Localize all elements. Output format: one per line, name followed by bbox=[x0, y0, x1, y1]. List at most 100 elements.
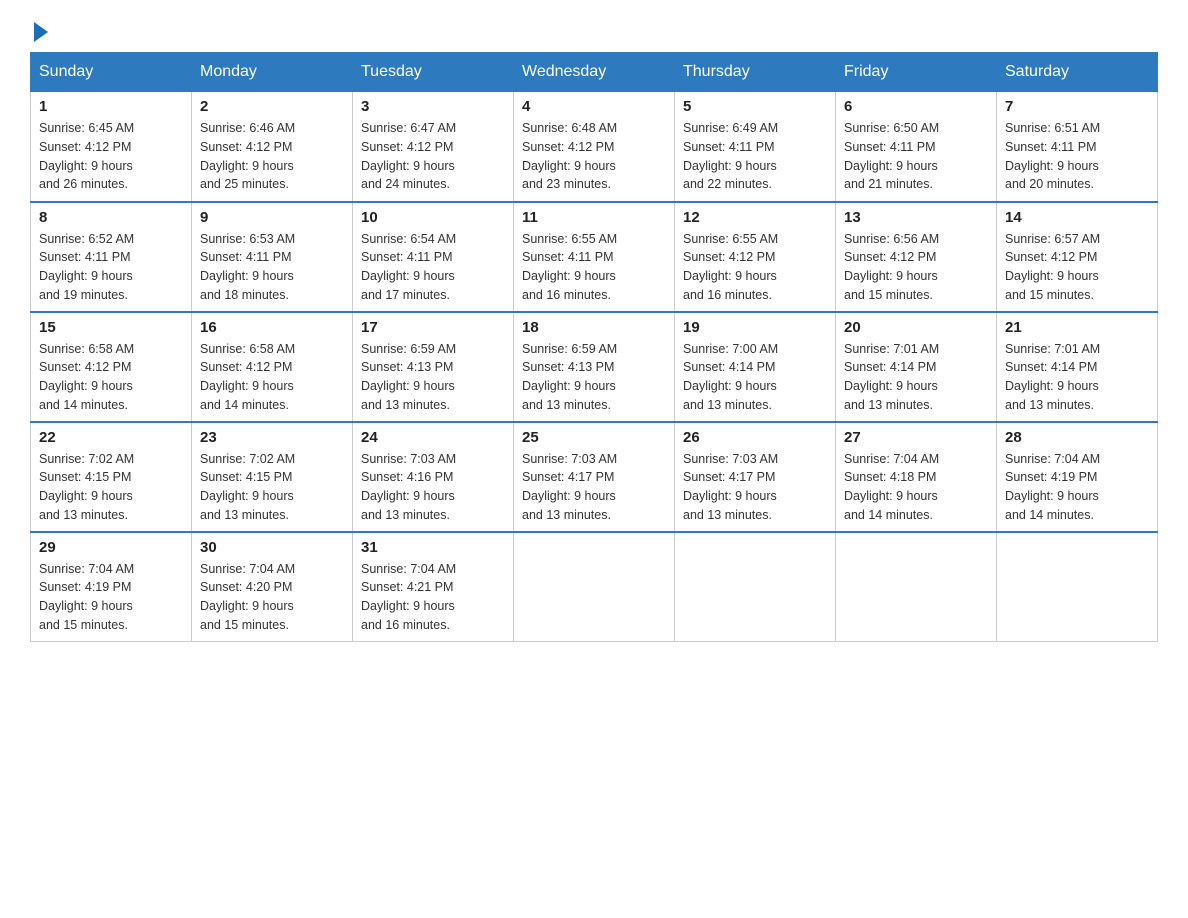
day-info: Sunrise: 6:55 AMSunset: 4:11 PMDaylight:… bbox=[522, 230, 666, 305]
day-number: 7 bbox=[1005, 98, 1149, 115]
calendar-cell: 10 Sunrise: 6:54 AMSunset: 4:11 PMDaylig… bbox=[353, 202, 514, 312]
day-info: Sunrise: 7:03 AMSunset: 4:17 PMDaylight:… bbox=[522, 450, 666, 525]
day-number: 29 bbox=[39, 539, 183, 556]
day-number: 6 bbox=[844, 98, 988, 115]
day-info: Sunrise: 6:54 AMSunset: 4:11 PMDaylight:… bbox=[361, 230, 505, 305]
day-info: Sunrise: 7:01 AMSunset: 4:14 PMDaylight:… bbox=[844, 340, 988, 415]
weekday-header-friday: Friday bbox=[836, 53, 997, 92]
calendar-cell: 22 Sunrise: 7:02 AMSunset: 4:15 PMDaylig… bbox=[31, 422, 192, 532]
day-info: Sunrise: 7:01 AMSunset: 4:14 PMDaylight:… bbox=[1005, 340, 1149, 415]
calendar-cell: 11 Sunrise: 6:55 AMSunset: 4:11 PMDaylig… bbox=[514, 202, 675, 312]
day-number: 9 bbox=[200, 209, 344, 226]
day-info: Sunrise: 6:49 AMSunset: 4:11 PMDaylight:… bbox=[683, 119, 827, 194]
day-number: 26 bbox=[683, 429, 827, 446]
day-number: 22 bbox=[39, 429, 183, 446]
calendar-cell bbox=[836, 532, 997, 642]
day-number: 31 bbox=[361, 539, 505, 556]
calendar-cell: 20 Sunrise: 7:01 AMSunset: 4:14 PMDaylig… bbox=[836, 312, 997, 422]
week-row-2: 8 Sunrise: 6:52 AMSunset: 4:11 PMDayligh… bbox=[31, 202, 1158, 312]
day-info: Sunrise: 7:04 AMSunset: 4:20 PMDaylight:… bbox=[200, 560, 344, 635]
calendar-cell: 8 Sunrise: 6:52 AMSunset: 4:11 PMDayligh… bbox=[31, 202, 192, 312]
day-info: Sunrise: 7:00 AMSunset: 4:14 PMDaylight:… bbox=[683, 340, 827, 415]
logo bbox=[30, 20, 48, 42]
day-info: Sunrise: 6:50 AMSunset: 4:11 PMDaylight:… bbox=[844, 119, 988, 194]
calendar-cell bbox=[675, 532, 836, 642]
week-row-4: 22 Sunrise: 7:02 AMSunset: 4:15 PMDaylig… bbox=[31, 422, 1158, 532]
day-info: Sunrise: 7:04 AMSunset: 4:19 PMDaylight:… bbox=[1005, 450, 1149, 525]
calendar-cell: 24 Sunrise: 7:03 AMSunset: 4:16 PMDaylig… bbox=[353, 422, 514, 532]
day-info: Sunrise: 6:47 AMSunset: 4:12 PMDaylight:… bbox=[361, 119, 505, 194]
day-info: Sunrise: 6:51 AMSunset: 4:11 PMDaylight:… bbox=[1005, 119, 1149, 194]
day-info: Sunrise: 6:45 AMSunset: 4:12 PMDaylight:… bbox=[39, 119, 183, 194]
calendar-cell: 26 Sunrise: 7:03 AMSunset: 4:17 PMDaylig… bbox=[675, 422, 836, 532]
calendar-cell: 29 Sunrise: 7:04 AMSunset: 4:19 PMDaylig… bbox=[31, 532, 192, 642]
day-number: 5 bbox=[683, 98, 827, 115]
calendar-cell: 5 Sunrise: 6:49 AMSunset: 4:11 PMDayligh… bbox=[675, 92, 836, 202]
calendar-cell: 30 Sunrise: 7:04 AMSunset: 4:20 PMDaylig… bbox=[192, 532, 353, 642]
calendar-cell: 23 Sunrise: 7:02 AMSunset: 4:15 PMDaylig… bbox=[192, 422, 353, 532]
calendar-cell: 17 Sunrise: 6:59 AMSunset: 4:13 PMDaylig… bbox=[353, 312, 514, 422]
day-info: Sunrise: 7:03 AMSunset: 4:16 PMDaylight:… bbox=[361, 450, 505, 525]
day-number: 30 bbox=[200, 539, 344, 556]
day-info: Sunrise: 6:59 AMSunset: 4:13 PMDaylight:… bbox=[361, 340, 505, 415]
day-info: Sunrise: 7:02 AMSunset: 4:15 PMDaylight:… bbox=[39, 450, 183, 525]
logo-blue-text bbox=[30, 20, 48, 42]
day-number: 10 bbox=[361, 209, 505, 226]
day-number: 15 bbox=[39, 319, 183, 336]
calendar-cell: 27 Sunrise: 7:04 AMSunset: 4:18 PMDaylig… bbox=[836, 422, 997, 532]
weekday-header-thursday: Thursday bbox=[675, 53, 836, 92]
day-info: Sunrise: 7:02 AMSunset: 4:15 PMDaylight:… bbox=[200, 450, 344, 525]
day-info: Sunrise: 6:48 AMSunset: 4:12 PMDaylight:… bbox=[522, 119, 666, 194]
day-number: 4 bbox=[522, 98, 666, 115]
day-info: Sunrise: 6:57 AMSunset: 4:12 PMDaylight:… bbox=[1005, 230, 1149, 305]
calendar-cell: 15 Sunrise: 6:58 AMSunset: 4:12 PMDaylig… bbox=[31, 312, 192, 422]
calendar-cell: 13 Sunrise: 6:56 AMSunset: 4:12 PMDaylig… bbox=[836, 202, 997, 312]
weekday-header-saturday: Saturday bbox=[997, 53, 1158, 92]
day-info: Sunrise: 6:59 AMSunset: 4:13 PMDaylight:… bbox=[522, 340, 666, 415]
calendar-cell: 7 Sunrise: 6:51 AMSunset: 4:11 PMDayligh… bbox=[997, 92, 1158, 202]
calendar-cell: 14 Sunrise: 6:57 AMSunset: 4:12 PMDaylig… bbox=[997, 202, 1158, 312]
day-info: Sunrise: 7:04 AMSunset: 4:21 PMDaylight:… bbox=[361, 560, 505, 635]
calendar-cell: 2 Sunrise: 6:46 AMSunset: 4:12 PMDayligh… bbox=[192, 92, 353, 202]
day-info: Sunrise: 6:58 AMSunset: 4:12 PMDaylight:… bbox=[200, 340, 344, 415]
day-info: Sunrise: 7:03 AMSunset: 4:17 PMDaylight:… bbox=[683, 450, 827, 525]
day-number: 18 bbox=[522, 319, 666, 336]
calendar-cell: 4 Sunrise: 6:48 AMSunset: 4:12 PMDayligh… bbox=[514, 92, 675, 202]
day-number: 1 bbox=[39, 98, 183, 115]
day-info: Sunrise: 6:53 AMSunset: 4:11 PMDaylight:… bbox=[200, 230, 344, 305]
day-number: 17 bbox=[361, 319, 505, 336]
day-info: Sunrise: 6:56 AMSunset: 4:12 PMDaylight:… bbox=[844, 230, 988, 305]
weekday-header-tuesday: Tuesday bbox=[353, 53, 514, 92]
day-number: 25 bbox=[522, 429, 666, 446]
day-info: Sunrise: 6:55 AMSunset: 4:12 PMDaylight:… bbox=[683, 230, 827, 305]
day-number: 16 bbox=[200, 319, 344, 336]
day-number: 13 bbox=[844, 209, 988, 226]
logo-arrow-icon bbox=[34, 22, 48, 42]
day-number: 11 bbox=[522, 209, 666, 226]
day-number: 20 bbox=[844, 319, 988, 336]
calendar-cell: 6 Sunrise: 6:50 AMSunset: 4:11 PMDayligh… bbox=[836, 92, 997, 202]
week-row-3: 15 Sunrise: 6:58 AMSunset: 4:12 PMDaylig… bbox=[31, 312, 1158, 422]
day-number: 12 bbox=[683, 209, 827, 226]
calendar-cell: 25 Sunrise: 7:03 AMSunset: 4:17 PMDaylig… bbox=[514, 422, 675, 532]
day-number: 14 bbox=[1005, 209, 1149, 226]
weekday-header-wednesday: Wednesday bbox=[514, 53, 675, 92]
calendar-cell: 18 Sunrise: 6:59 AMSunset: 4:13 PMDaylig… bbox=[514, 312, 675, 422]
day-info: Sunrise: 6:46 AMSunset: 4:12 PMDaylight:… bbox=[200, 119, 344, 194]
calendar-cell: 19 Sunrise: 7:00 AMSunset: 4:14 PMDaylig… bbox=[675, 312, 836, 422]
day-number: 23 bbox=[200, 429, 344, 446]
day-number: 3 bbox=[361, 98, 505, 115]
day-info: Sunrise: 7:04 AMSunset: 4:19 PMDaylight:… bbox=[39, 560, 183, 635]
calendar-cell: 1 Sunrise: 6:45 AMSunset: 4:12 PMDayligh… bbox=[31, 92, 192, 202]
calendar-cell: 12 Sunrise: 6:55 AMSunset: 4:12 PMDaylig… bbox=[675, 202, 836, 312]
day-info: Sunrise: 6:58 AMSunset: 4:12 PMDaylight:… bbox=[39, 340, 183, 415]
day-number: 27 bbox=[844, 429, 988, 446]
calendar-cell: 16 Sunrise: 6:58 AMSunset: 4:12 PMDaylig… bbox=[192, 312, 353, 422]
calendar-table: SundayMondayTuesdayWednesdayThursdayFrid… bbox=[30, 52, 1158, 642]
day-number: 24 bbox=[361, 429, 505, 446]
day-number: 2 bbox=[200, 98, 344, 115]
calendar-cell: 3 Sunrise: 6:47 AMSunset: 4:12 PMDayligh… bbox=[353, 92, 514, 202]
day-info: Sunrise: 6:52 AMSunset: 4:11 PMDaylight:… bbox=[39, 230, 183, 305]
week-row-5: 29 Sunrise: 7:04 AMSunset: 4:19 PMDaylig… bbox=[31, 532, 1158, 642]
calendar-cell: 9 Sunrise: 6:53 AMSunset: 4:11 PMDayligh… bbox=[192, 202, 353, 312]
